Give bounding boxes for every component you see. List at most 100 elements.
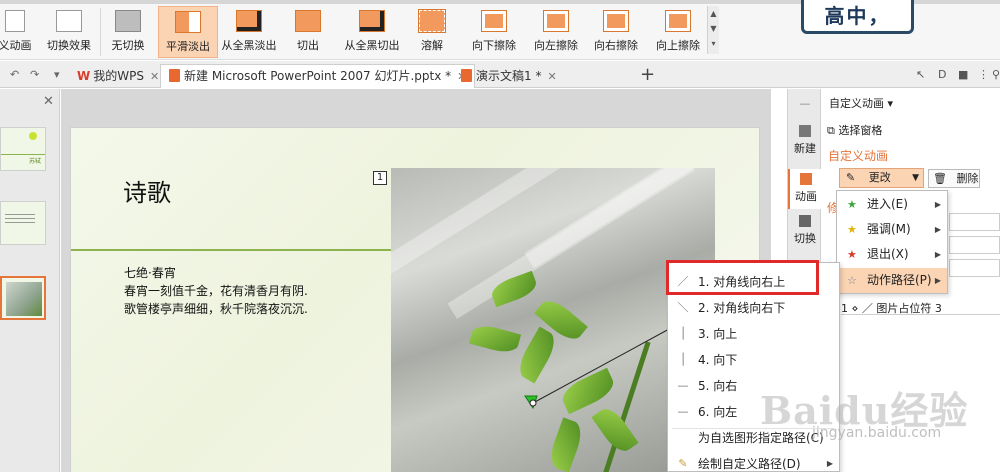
wipe-right-button[interactable]: 向右擦除 <box>590 6 642 58</box>
dissolve-icon <box>418 9 446 33</box>
slide-thumbnail-panel: ✕ 苏轼 <box>0 89 60 472</box>
custom-animation-label: 义动画 <box>0 39 32 52</box>
rail-item-animation[interactable]: 动画 <box>788 169 822 209</box>
fade-from-black-icon <box>236 10 262 32</box>
menu-item-draw-custom-path[interactable]: ✎ 绘制自定义路径(D) ▶ <box>668 451 839 472</box>
menu-item-emphasis[interactable]: ★ 强调(M) ▶ <box>837 217 947 242</box>
submenu-arrow-icon: ▶ <box>934 250 941 259</box>
dissolve-button[interactable]: 溶解 <box>412 6 452 58</box>
modify-effect-button[interactable]: ✎ 更改 ▼ <box>839 168 924 188</box>
close-tab-icon[interactable]: ✕ <box>547 70 556 83</box>
custom-animation-icon <box>5 10 25 32</box>
undo-icon[interactable]: ↶ <box>10 68 19 81</box>
smooth-fade-icon <box>175 11 201 33</box>
wipe-left-label: 向左擦除 <box>534 39 578 52</box>
tab-presentation-1[interactable]: 演示文稿1 * ✕ <box>452 64 566 88</box>
tab-pptx-document[interactable]: 新建 Microsoft PowerPoint 2007 幻灯片.pptx *✕ <box>160 64 476 88</box>
fade-from-black-button[interactable]: 从全黑淡出 <box>220 6 278 58</box>
menu-item-exit[interactable]: ★ 退出(X) ▶ <box>837 242 947 267</box>
cut-from-black-label: 从全黑切出 <box>344 39 400 52</box>
section-title: 自定义动画 <box>828 149 889 163</box>
tab-my-wps[interactable]: W 我的WPS ✕ <box>68 64 168 88</box>
menu-item-up[interactable]: │ 3. 向上 <box>668 321 839 347</box>
speed-field[interactable] <box>949 259 1000 277</box>
animation-icon <box>800 173 812 185</box>
slide-thumbnail-1[interactable]: 苏轼 <box>0 127 46 171</box>
horizontal-line-icon: — <box>677 405 689 418</box>
wipe-down-label: 向下擦除 <box>472 39 516 52</box>
cut-label: 切出 <box>297 39 319 52</box>
pane-title-label: 自定义动画 <box>829 97 884 110</box>
transition-icon <box>799 215 811 227</box>
diagonal-down-icon: ＼ <box>677 301 689 314</box>
pane-title-dropdown[interactable]: 自定义动画 ▾ <box>829 95 893 111</box>
quick-access-dropdown-icon[interactable]: ▾ <box>54 68 60 81</box>
menu-item-label: 进入(E) <box>867 197 908 211</box>
tab-pptx-label: 新建 Microsoft PowerPoint 2007 幻灯片.pptx * <box>184 69 452 83</box>
menu-item-label: 强调(M) <box>867 222 911 236</box>
slide-thumbnail-2[interactable] <box>0 201 46 245</box>
pencil-icon: ✎ <box>678 457 688 470</box>
poem-title[interactable]: 七绝·春宵 <box>124 264 176 281</box>
wipe-left-icon <box>543 10 569 32</box>
cut-icon <box>295 10 321 32</box>
pencil-icon: ✎ <box>846 171 856 184</box>
selection-pane-link[interactable]: ⧉ 选择窗格 <box>827 122 882 138</box>
menu-item-label: 绘制自定义路径(D) <box>698 457 801 471</box>
direction-field[interactable] <box>949 236 1000 254</box>
cut-button[interactable]: 切出 <box>286 6 330 58</box>
tab-my-wps-label: 我的WPS <box>93 69 144 83</box>
animation-order-tag[interactable]: 1 <box>373 171 387 185</box>
redo-icon[interactable]: ↷ <box>30 68 39 81</box>
menu-item-motion-path[interactable]: ☆ 动作路径(P) ▶ <box>837 268 947 293</box>
submenu-arrow-icon: ▶ <box>934 200 941 209</box>
menu-item-label: 退出(X) <box>867 247 909 261</box>
delete-effect-button[interactable]: 🗑 删除 <box>928 169 980 188</box>
menu-item-down[interactable]: │ 4. 向下 <box>668 347 839 373</box>
trash-icon: 🗑 <box>933 172 947 185</box>
effect-type-menu: ★ 进入(E) ▶ ★ 强调(M) ▶ ★ 退出(X) ▶ ☆ 动作路径(P) … <box>836 190 948 294</box>
ribbon-gallery-scroll[interactable]: ▲ ▼ ▾ <box>707 6 719 54</box>
window-icon[interactable]: ■ <box>958 68 968 81</box>
menu-item-label: 2. 对角线向右下 <box>698 301 786 315</box>
slide-canvas: 诗歌 七绝·春宵 春宵一刻值千金，花有清香月有阴. 歌管楼亭声细细，秋千院落夜沉… <box>61 89 771 472</box>
menu-item-entrance[interactable]: ★ 进入(E) ▶ <box>837 192 947 217</box>
start-field[interactable] <box>949 213 1000 231</box>
cut-from-black-button[interactable]: 从全黑切出 <box>340 6 404 58</box>
wipe-up-label: 向上擦除 <box>656 39 700 52</box>
transition-effect-button[interactable]: 切换效果 <box>44 6 94 58</box>
slide[interactable]: 诗歌 七绝·春宵 春宵一刻值千金，花有清香月有阴. 歌管楼亭声细细，秋千院落夜沉… <box>70 127 760 472</box>
thumb-rule <box>1 154 45 155</box>
star-icon: ★ <box>847 198 857 211</box>
kebab-icon[interactable]: ⋮ <box>978 68 989 81</box>
close-panel-icon[interactable]: ✕ <box>43 94 54 109</box>
custom-animation-button[interactable]: 义动画 <box>0 6 34 58</box>
rail-item-new-label: 新建 <box>794 142 816 155</box>
new-slide-icon <box>799 125 811 137</box>
rail-collapse-icon[interactable]: — <box>788 97 822 110</box>
thumb-photo <box>6 282 42 316</box>
selection-pane-label: 选择窗格 <box>838 124 883 137</box>
wipe-up-button[interactable]: 向上擦除 <box>652 6 704 58</box>
presentation-file-icon <box>169 69 180 82</box>
slide-title[interactable]: 诗歌 <box>123 173 171 208</box>
wipe-right-label: 向右擦除 <box>594 39 638 52</box>
new-tab-button[interactable]: + <box>640 64 655 86</box>
no-transition-button[interactable]: 无切换 <box>106 6 150 58</box>
wipe-left-button[interactable]: 向左擦除 <box>530 6 582 58</box>
share-icon[interactable]: D <box>938 68 946 81</box>
modify-label: 更改 <box>868 171 891 184</box>
smooth-fade-button[interactable]: 平滑淡出 <box>158 6 218 58</box>
close-tab-icon[interactable]: ✕ <box>150 70 159 83</box>
rail-item-new[interactable]: 新建 <box>788 125 822 156</box>
document-tab-bar: ↶ ↷ ▾ W 我的WPS ✕ 新建 Microsoft PowerPoint 20… <box>0 61 1000 88</box>
submenu-arrow-icon: ▶ <box>934 276 941 285</box>
wipe-down-button[interactable]: 向下擦除 <box>468 6 520 58</box>
poem-line-1[interactable]: 春宵一刻值千金，花有清香月有阴. <box>124 282 308 299</box>
rail-item-transition[interactable]: 切换 <box>788 215 822 246</box>
poem-line-2[interactable]: 歌管楼亭声细细，秋千院落夜沉沉. <box>124 300 308 317</box>
slide-thumbnail-3-selected[interactable] <box>0 276 46 320</box>
search-icon[interactable]: ⚲ <box>992 68 1000 81</box>
cursor-icon[interactable]: ↖ <box>916 68 925 81</box>
menu-item-diagonal-down-right[interactable]: ＼ 2. 对角线向右下 <box>668 295 839 321</box>
